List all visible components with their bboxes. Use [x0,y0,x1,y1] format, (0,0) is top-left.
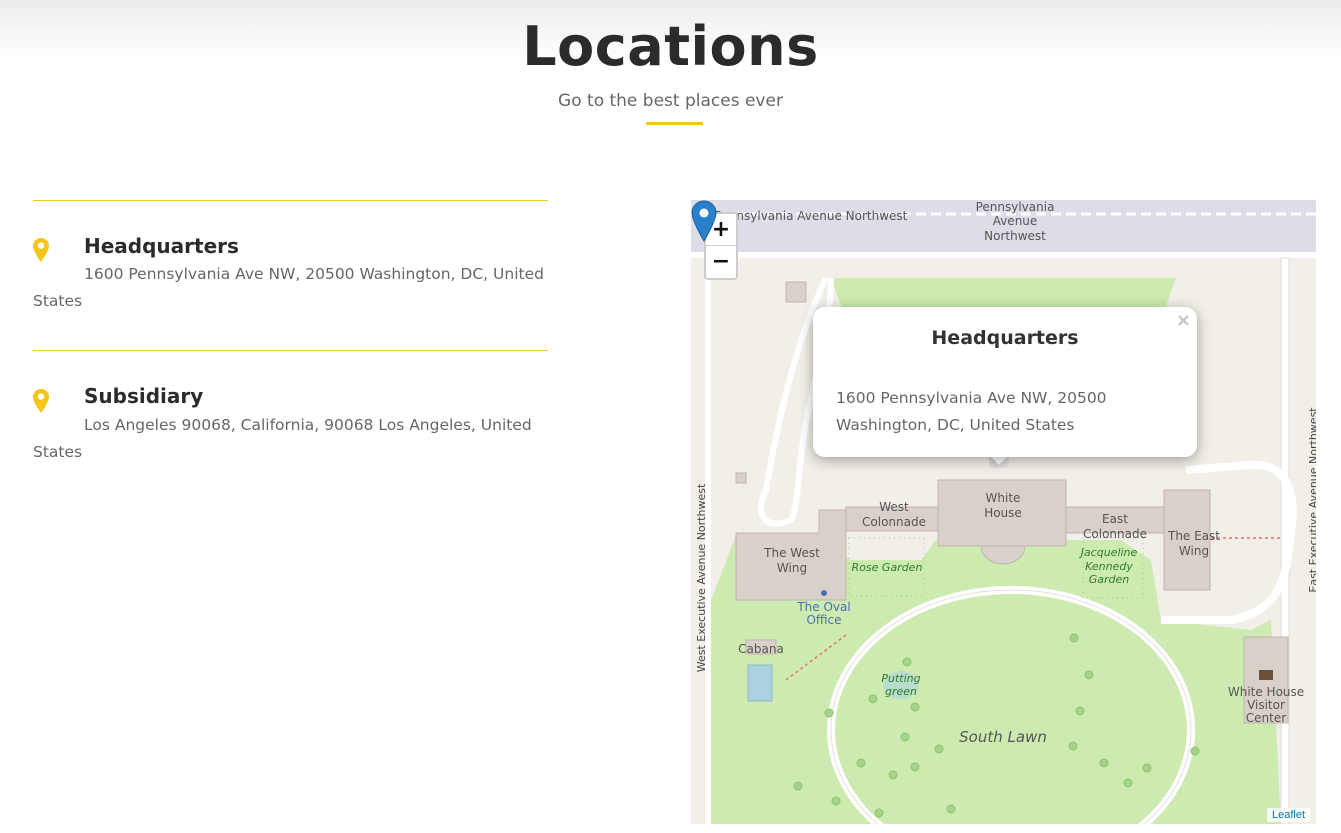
map-label: West [879,500,909,514]
location-name-headquarters: Headquarters [84,234,239,258]
map-label: The Oval [796,600,850,614]
map-label: Northwest [984,229,1046,243]
title-underline [646,122,703,125]
location-name-subsidiary: Subsidiary [84,384,204,408]
map-label: Visitor [1247,698,1285,712]
page-title: Locations [522,15,819,78]
map-label: South Lawn [959,728,1047,746]
map-label: Garden [1089,573,1130,586]
map-label: Cabana [738,642,784,656]
map-tiles: Pennsylvania Avenue Northwest Pennsylvan… [691,200,1316,824]
map-label: Rose Garden [852,561,923,574]
popup-title: Headquarters [931,327,1079,349]
map-label: Wing [1179,544,1209,558]
map-label: Putting [881,672,920,685]
divider [33,350,548,351]
map-pin-icon [33,238,49,262]
map-label: Avenue [993,214,1038,228]
map-label: House [984,506,1022,520]
zoom-out-button[interactable]: − [706,246,736,278]
popup-tip [989,456,1009,468]
map-label: East [1102,512,1128,526]
map-label: Pennsylvania Avenue Northwest [715,209,908,223]
map-label: Colonnade [1083,527,1147,541]
map-label: White [986,491,1021,505]
map-label: green [885,685,917,698]
map-label: East Executive Avenue Northwest [1307,407,1316,593]
map-pin-icon [33,389,49,413]
map-label: Wing [777,561,807,575]
map-popup: × Headquarters 1600 Pennsylvania Ave NW,… [813,307,1197,457]
page-subtitle: Go to the best places ever [558,91,783,111]
location-address-headquarters: 1600 Pennsylvania Ave NW, 20500 Washingt… [33,265,544,310]
map-marker-icon[interactable] [691,200,717,242]
attribution-link[interactable]: Leaflet [1266,808,1310,822]
map-label: Colonnade [862,515,926,529]
map-label: Office [806,613,841,627]
map-label: West Executive Avenue Northwest [695,483,708,672]
map-label: Kennedy [1085,560,1133,573]
map-label: Jacqueline [1079,546,1138,559]
divider [33,200,548,201]
map-label: The East [1167,529,1220,543]
map-view[interactable]: Pennsylvania Avenue Northwest Pennsylvan… [691,200,1316,824]
map-label: The West [763,546,820,560]
location-address-subsidiary: Los Angeles 90068, California, 90068 Los… [33,416,532,461]
popup-address: 1600 Pennsylvania Ave NW, 20500 Washingto… [836,389,1107,434]
map-label: Center [1246,711,1286,725]
map-label: Pennsylvania [976,200,1055,214]
map-label: White House [1228,685,1304,699]
